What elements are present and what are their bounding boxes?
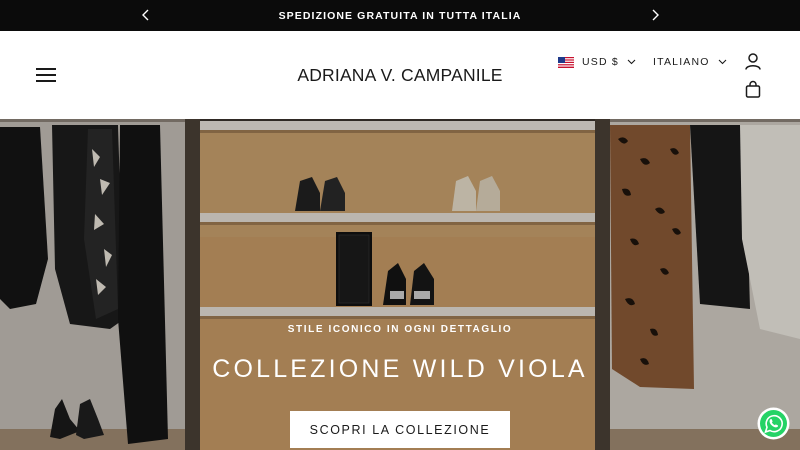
currency-selector[interactable]: USD $ [558, 54, 636, 70]
language-selector[interactable]: ITALIANO [653, 54, 727, 70]
discover-collection-button[interactable]: SCOPRI LA COLLEZIONE [290, 411, 510, 448]
chevron-right-icon[interactable] [648, 8, 662, 22]
chevron-down-icon [627, 59, 636, 65]
hero-title: COLLEZIONE WILD VIOLA [212, 355, 588, 383]
site-header: ADRIANA V. CAMPANILE USD $ ITALIANO [0, 31, 800, 119]
language-label: ITALIANO [653, 56, 710, 68]
chevron-down-icon [718, 59, 727, 65]
currency-label: USD $ [582, 56, 619, 68]
user-icon[interactable] [745, 53, 761, 70]
announcement-bar: SPEDIZIONE GRATUITA IN TUTTA ITALIA [0, 0, 800, 31]
whatsapp-icon[interactable] [757, 407, 790, 440]
shopping-bag-icon[interactable] [745, 80, 761, 98]
hero-subtitle: STILE ICONICO IN OGNI DETTAGLIO [287, 324, 513, 335]
us-flag-icon [558, 56, 574, 68]
hero-overlay [0, 119, 800, 450]
hero-banner: STILE ICONICO IN OGNI DETTAGLIO COLLEZIO… [0, 119, 800, 450]
announcement-text: SPEDIZIONE GRATUITA IN TUTTA ITALIA [278, 10, 522, 22]
